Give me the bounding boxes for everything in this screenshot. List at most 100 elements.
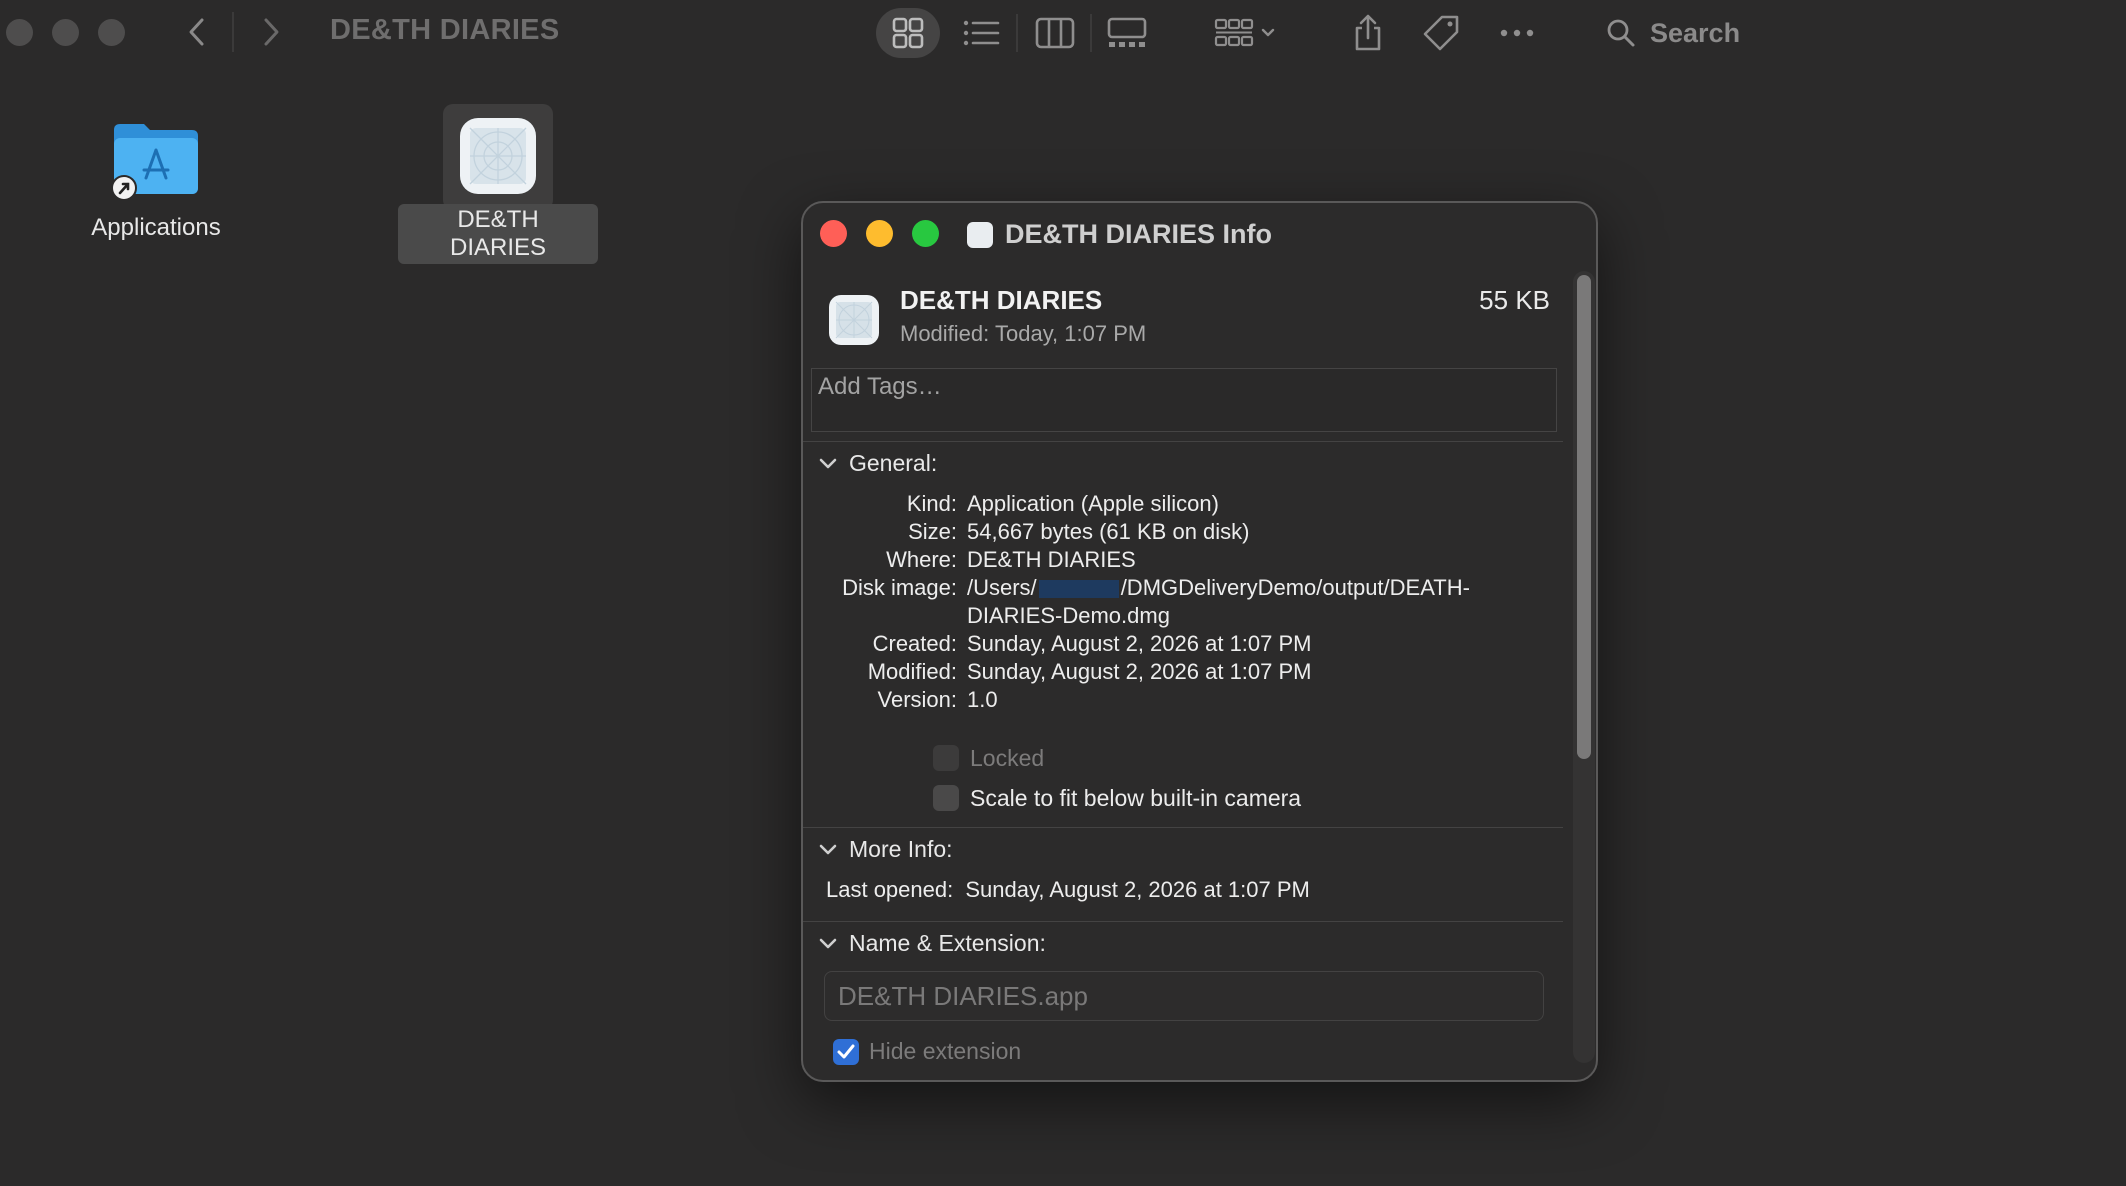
group-by-button[interactable] xyxy=(1214,8,1280,58)
minimize-button-inactive[interactable] xyxy=(52,19,79,46)
disk-image-row-cont: DIARIES-Demo.dmg xyxy=(803,603,1563,633)
close-button-inactive[interactable] xyxy=(6,19,33,46)
chevron-left-icon xyxy=(189,18,204,46)
generic-app-icon xyxy=(460,118,536,194)
disk-path-start: /Users/ xyxy=(967,575,1037,600)
toolbar-separator xyxy=(1016,14,1018,52)
list-icon xyxy=(963,20,1000,46)
locked-checkbox[interactable] xyxy=(933,745,959,771)
disk-path-end: /DMGDeliveryDemo/output/DEATH- xyxy=(1120,575,1470,600)
name-ext-header-label: Name & Extension: xyxy=(849,930,1046,956)
size-key: Size: xyxy=(908,519,957,544)
scrollbar-thumb[interactable] xyxy=(1577,275,1591,759)
redacted-username xyxy=(1038,580,1119,599)
deth-diaries-label: DE&TH DIARIES xyxy=(398,204,598,264)
app-mini-icon xyxy=(967,221,993,248)
list-view-button[interactable] xyxy=(958,8,1004,58)
hide-extension-label: Hide extension xyxy=(869,1038,1022,1064)
gallery-icon xyxy=(1107,17,1147,47)
applications-folder-icon xyxy=(111,124,198,201)
where-value: DE&TH DIARIES xyxy=(967,547,1136,572)
chevron-down-icon xyxy=(819,458,837,468)
ellipsis-icon xyxy=(1500,29,1534,37)
divider xyxy=(803,827,1563,828)
search-field[interactable]: Search xyxy=(1606,14,1740,52)
where-row: Where: DE&TH DIARIES xyxy=(803,547,1563,577)
tag-icon xyxy=(1423,15,1459,51)
gallery-view-button[interactable] xyxy=(1104,8,1150,58)
info-window-title: DE&TH DIARIES Info xyxy=(967,219,1272,250)
modified-row: Modified: Sunday, August 2, 2026 at 1:07… xyxy=(803,659,1563,689)
file-name: DE&TH DIARIES xyxy=(900,285,1103,315)
modified-value: Sunday, August 2, 2026 at 1:07 PM xyxy=(967,659,1312,684)
column-view-button[interactable] xyxy=(1032,8,1078,58)
file-modified: Modified: Today, 1:07 PM xyxy=(900,321,1147,346)
chevron-right-icon xyxy=(264,18,279,46)
version-row: Version: 1.0 xyxy=(803,687,1563,717)
applications-label: Applications xyxy=(91,214,221,241)
info-title-text: DE&TH DIARIES Info xyxy=(1005,219,1272,249)
more-info-section-header[interactable]: More Info: xyxy=(819,836,953,863)
kind-value: Application (Apple silicon) xyxy=(967,491,1219,516)
disk-image-row: Disk image: /Users/ /DMGDeliveryDemo/outp… xyxy=(803,575,1563,605)
last-opened-row: Last opened: Sunday, August 2, 2026 at 1… xyxy=(826,877,1566,907)
created-value: Sunday, August 2, 2026 at 1:07 PM xyxy=(967,631,1312,656)
finder-toolbar: DE&TH DIARIES Search xyxy=(0,0,2126,66)
disk-image-key: Disk image: xyxy=(842,575,957,600)
tags-button[interactable] xyxy=(1420,8,1462,58)
zoom-button[interactable] xyxy=(912,220,939,247)
locked-label: Locked xyxy=(970,745,1045,771)
minimize-button[interactable] xyxy=(866,220,893,247)
info-window: DE&TH DIARIES Info DE&TH DIARIES Modifie… xyxy=(801,201,1598,1082)
disk-image-value-cont: DIARIES-Demo.dmg xyxy=(967,603,1170,628)
file-size: 55 KB xyxy=(1479,285,1550,315)
size-value: 54,667 bytes (61 KB on disk) xyxy=(967,519,1250,544)
version-value: 1.0 xyxy=(967,687,998,712)
group-icon xyxy=(1214,18,1275,47)
name-extension-value: DE&TH DIARIES.app xyxy=(838,981,1088,1011)
nav-separator xyxy=(232,12,234,52)
share-icon xyxy=(1355,14,1381,51)
chevron-down-icon xyxy=(819,844,837,854)
checkmark-icon xyxy=(837,1044,855,1059)
size-row: Size: 54,667 bytes (61 KB on disk) xyxy=(803,519,1563,549)
zoom-button-inactive[interactable] xyxy=(98,19,125,46)
app-icon xyxy=(829,295,879,345)
tags-input[interactable]: Add Tags… xyxy=(811,368,1557,432)
created-key: Created: xyxy=(872,631,957,656)
window-title: DE&TH DIARIES xyxy=(330,14,560,46)
kind-row: Kind: Application (Apple silicon) xyxy=(803,491,1563,521)
name-ext-section-header[interactable]: Name & Extension: xyxy=(819,930,1046,957)
search-label: Search xyxy=(1650,17,1741,48)
last-opened-value: Sunday, August 2, 2026 at 1:07 PM xyxy=(965,877,1310,902)
disk-image-value: /Users/ /DMGDeliveryDemo/output/DEATH- xyxy=(967,575,1470,601)
grid-icon xyxy=(892,17,924,49)
applications-alias[interactable]: Applications xyxy=(76,118,236,244)
close-button[interactable] xyxy=(820,220,847,247)
back-button[interactable] xyxy=(180,14,216,50)
scale-camera-label: Scale to fit below built-in camera xyxy=(970,785,1302,811)
modified-key: Modified: xyxy=(867,659,957,684)
general-section-header[interactable]: General: xyxy=(819,450,937,477)
divider xyxy=(803,921,1563,922)
divider xyxy=(803,441,1563,442)
tags-placeholder: Add Tags… xyxy=(818,373,942,400)
icon-view-button[interactable] xyxy=(876,8,940,58)
kind-key: Kind: xyxy=(906,491,957,516)
more-actions-button[interactable] xyxy=(1498,8,1536,58)
search-icon xyxy=(1607,19,1635,47)
share-button[interactable] xyxy=(1350,8,1386,58)
chevron-down-icon xyxy=(819,938,837,948)
where-key: Where: xyxy=(886,547,957,572)
general-header-label: General: xyxy=(849,450,938,476)
scale-camera-checkbox[interactable] xyxy=(933,785,959,811)
hide-extension-checkbox[interactable] xyxy=(833,1039,859,1065)
columns-icon xyxy=(1035,17,1075,49)
created-row: Created: Sunday, August 2, 2026 at 1:07 … xyxy=(803,631,1563,661)
version-key: Version: xyxy=(877,687,958,712)
name-extension-field[interactable]: DE&TH DIARIES.app xyxy=(824,971,1544,1021)
forward-button[interactable] xyxy=(252,14,288,50)
last-opened-key: Last opened: xyxy=(826,877,954,902)
toolbar-separator xyxy=(1090,14,1092,52)
deth-diaries-app[interactable]: DE&TH DIARIES xyxy=(398,116,598,264)
